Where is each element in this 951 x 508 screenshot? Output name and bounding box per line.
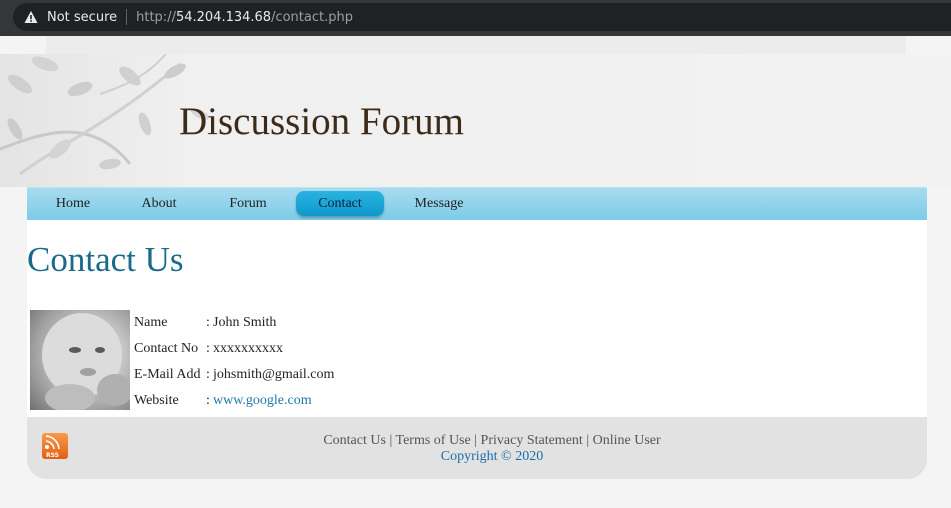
contact-row-phone: Contact No : xxxxxxxxxx: [134, 336, 334, 362]
url-divider: [126, 9, 128, 25]
footer-link-contact[interactable]: Contact Us: [323, 433, 386, 448]
address-bar[interactable]: Not secure http://54.204.134.68/contact.…: [13, 3, 951, 31]
site-header: Discussion Forum: [0, 54, 951, 187]
url-scheme: http://: [136, 9, 176, 25]
name-separator: :: [206, 315, 210, 330]
site-footer: RSS Contact Us | Terms of Use | Privacy …: [27, 417, 927, 479]
footer-link-terms[interactable]: Terms of Use: [396, 433, 471, 448]
name-value: John Smith: [213, 315, 277, 330]
page-title: Contact Us: [27, 240, 184, 279]
email-separator: :: [206, 367, 210, 382]
email-label: E-Mail Add: [134, 367, 201, 382]
website-link[interactable]: www.google.com: [213, 393, 312, 409]
nav-about[interactable]: About: [127, 191, 191, 216]
main-nav: Home About Forum Contact Message: [27, 187, 927, 220]
contact-row-email: E-Mail Add : johsmith@gmail.com: [134, 362, 334, 388]
security-label[interactable]: Not secure: [47, 10, 117, 25]
name-label: Name: [134, 315, 168, 330]
contact-details: Name : John Smith Contact No : xxxxxxxxx…: [134, 310, 334, 414]
nav-message[interactable]: Message: [403, 191, 475, 216]
browser-toolbar: Not secure http://54.204.134.68/contact.…: [0, 0, 951, 36]
nav-forum[interactable]: Forum: [215, 191, 281, 216]
footer-divider: |: [474, 433, 478, 448]
website-label: Website: [134, 393, 179, 408]
copyright-text: Copyright © 2020: [440, 449, 544, 464]
contact-photo: [30, 310, 130, 410]
website-separator: :: [206, 393, 210, 408]
email-value: johsmith@gmail.com: [213, 367, 335, 382]
content-left-margin: [0, 220, 27, 417]
footer-link-online-user[interactable]: Online User: [593, 433, 661, 448]
footer-link-privacy[interactable]: Privacy Statement: [481, 433, 583, 448]
url-host: 54.204.134.68: [175, 9, 272, 25]
footer-divider: |: [586, 433, 590, 448]
phone-separator: :: [206, 341, 210, 356]
nav-contact[interactable]: Contact: [296, 191, 384, 216]
main-content: Contact Us Name : John Smith Contact No …: [0, 220, 951, 417]
phone-label: Contact No: [134, 341, 199, 356]
header-top-strip: [46, 36, 906, 54]
phone-value: xxxxxxxxxx: [213, 341, 283, 356]
site-title: Discussion Forum: [179, 100, 464, 143]
nav-home[interactable]: Home: [41, 191, 105, 216]
footer-divider: |: [389, 433, 393, 448]
warning-icon[interactable]: [24, 10, 38, 24]
url-path: /contact.php: [271, 9, 353, 25]
footer-links: Contact Us | Terms of Use | Privacy Stat…: [27, 433, 951, 449]
web-page: Discussion Forum Home About Forum Contac…: [0, 36, 951, 508]
contact-row-name: Name : John Smith: [134, 310, 334, 336]
contact-row-website: Website : www.google.com: [134, 388, 334, 414]
content-right-margin: [927, 220, 951, 417]
